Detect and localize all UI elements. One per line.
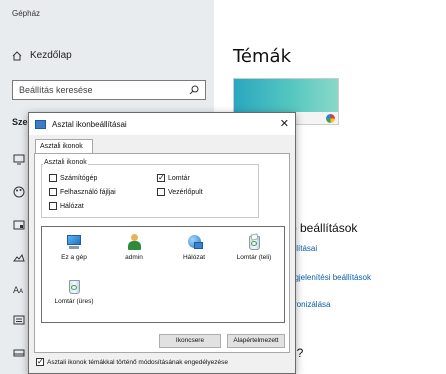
checkbox-box[interactable] bbox=[49, 202, 57, 210]
search-placeholder: Beállítás keresése bbox=[19, 85, 93, 95]
home-icon bbox=[12, 50, 22, 60]
desktop-icon-preview-list: Ez a gép admin Hálózat Lomtár (teli) Lom… bbox=[41, 226, 285, 323]
desktop-icon-label: admin bbox=[125, 254, 143, 261]
window-icon[interactable] bbox=[12, 218, 26, 232]
checkbox-user-files[interactable]: Felhasználó fájljai bbox=[49, 188, 116, 196]
list-item[interactable]: Hálózat bbox=[168, 233, 220, 261]
desktop-icon-settings-dialog: Asztal ikonbeállításai ✕ Asztali ikonok … bbox=[28, 112, 296, 374]
recycle-bin-full-icon bbox=[245, 233, 263, 251]
related-settings-heading: ó beállítások bbox=[290, 221, 358, 235]
checkbox-label: Lomtár bbox=[168, 174, 190, 182]
color-palette-icon bbox=[326, 114, 335, 123]
checkbox-box[interactable] bbox=[157, 188, 165, 196]
checkbox-label: Vezérlőpult bbox=[168, 188, 203, 196]
sidebar-section-heading: Sze bbox=[12, 117, 28, 127]
restore-default-button[interactable]: Alapértelmezett bbox=[227, 334, 285, 348]
monitor-icon[interactable] bbox=[12, 152, 26, 166]
desktop-icon-label: Hálózat bbox=[182, 254, 206, 261]
search-icon bbox=[189, 85, 199, 95]
page-title: Témák bbox=[233, 46, 291, 67]
related-link-3[interactable]: kronizálása bbox=[290, 300, 330, 309]
checkbox-label: Asztali ikonok témákkal történő módosítá… bbox=[47, 358, 229, 366]
checkbox-allow-theme-icons[interactable]: ✓ Asztali ikonok témákkal történő módosí… bbox=[36, 358, 228, 366]
palette-icon[interactable] bbox=[12, 185, 26, 199]
desktop-icon bbox=[35, 119, 46, 129]
checkbox-network[interactable]: Hálózat bbox=[49, 202, 84, 210]
list-item[interactable]: Ez a gép bbox=[48, 233, 100, 261]
checkbox-label: Felhasználó fájljai bbox=[60, 188, 116, 196]
checkbox-box[interactable] bbox=[49, 188, 57, 196]
list-item[interactable]: Lomtár (üres) bbox=[48, 277, 100, 305]
change-icon-button[interactable]: Ikoncsere bbox=[159, 334, 221, 348]
checkbox-computer[interactable]: Számítógép bbox=[49, 174, 97, 182]
dialog-title: Asztal ikonbeállításai bbox=[52, 119, 127, 129]
checkbox-label: Számítógép bbox=[60, 174, 98, 182]
group-label: Asztali ikonok bbox=[43, 159, 88, 166]
tab-panel: Asztali ikonok Számítógép ✓ Lomtár Felha… bbox=[34, 153, 290, 353]
tab-desktop-icons[interactable]: Asztali ikonok bbox=[35, 139, 93, 154]
user-folder-icon bbox=[125, 233, 143, 251]
recycle-bin-empty-icon bbox=[65, 277, 83, 295]
checkbox-box[interactable]: ✓ bbox=[157, 174, 165, 182]
computer-icon bbox=[65, 233, 83, 251]
home-label: Kezdőlap bbox=[30, 50, 72, 61]
list-item[interactable]: Lomtár (teli) bbox=[228, 233, 280, 261]
checkbox-label: Hálózat bbox=[60, 202, 84, 210]
related-link-2[interactable]: egjelenítési beállítások bbox=[290, 273, 371, 282]
network-icon bbox=[185, 233, 203, 251]
desktop-icon-label: Lomtár (teli) bbox=[236, 254, 272, 261]
app-title: Gépház bbox=[12, 9, 41, 18]
image-icon[interactable] bbox=[12, 250, 26, 264]
dialog-titlebar[interactable]: Asztal ikonbeállításai ✕ bbox=[29, 113, 295, 135]
taskbar-icon[interactable] bbox=[12, 346, 26, 360]
desktop-icon-label: Lomtár (üres) bbox=[54, 298, 94, 305]
svg-text:A: A bbox=[19, 288, 24, 295]
checkbox-box[interactable]: ✓ bbox=[36, 358, 44, 366]
desktop-icon-label: Ez a gép bbox=[61, 254, 87, 261]
keyboard-icon[interactable] bbox=[12, 313, 26, 327]
home-nav-item[interactable]: Kezdőlap bbox=[12, 50, 72, 61]
checkbox-recycle-bin[interactable]: ✓ Lomtár bbox=[157, 174, 190, 182]
font-icon[interactable]: AA bbox=[12, 282, 26, 296]
checkbox-control-panel[interactable]: Vezérlőpult bbox=[157, 188, 203, 196]
settings-search-input[interactable]: Beállítás keresése bbox=[12, 80, 206, 100]
close-icon[interactable]: ✕ bbox=[280, 117, 289, 131]
list-item[interactable]: admin bbox=[108, 233, 160, 261]
checkbox-box[interactable] bbox=[49, 174, 57, 182]
